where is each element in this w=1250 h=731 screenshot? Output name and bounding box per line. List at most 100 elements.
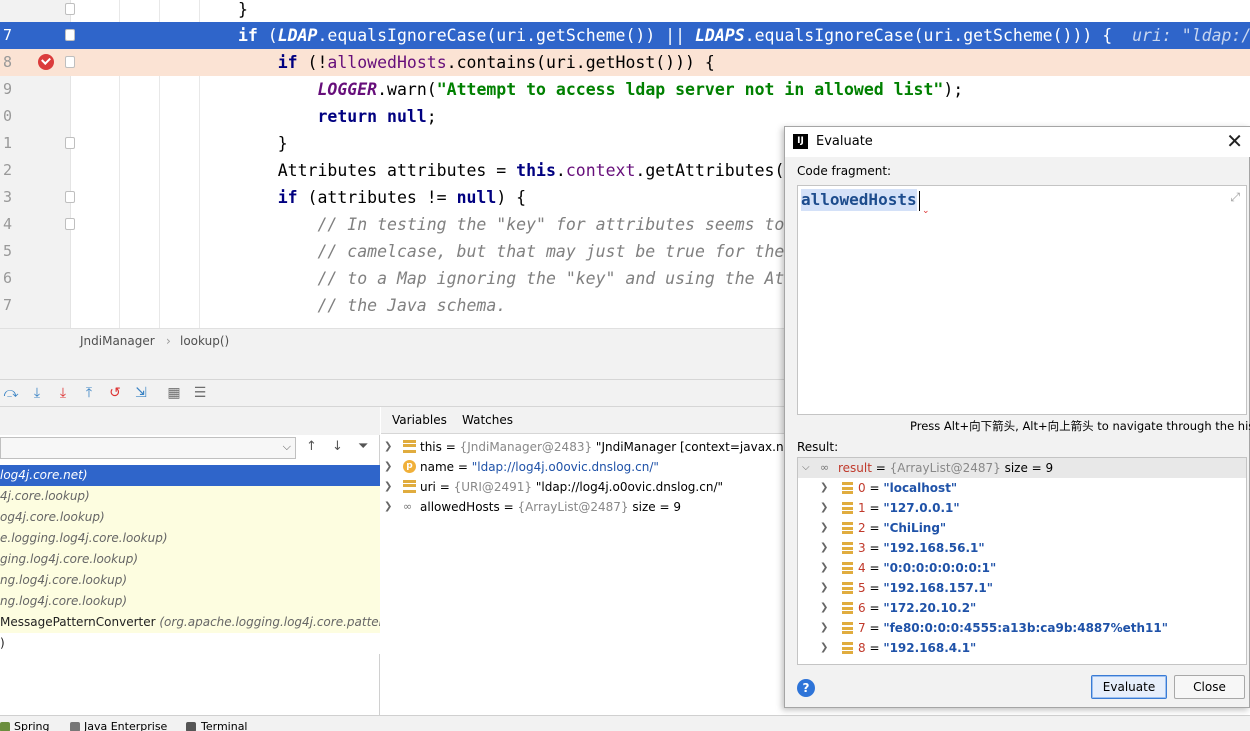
code-token: // camelcase, but that may just be true … [238, 242, 785, 261]
field-icon [403, 480, 416, 493]
error-squiggle: ⌄ [922, 206, 930, 216]
filter-icon[interactable]: ⏷ [358, 439, 368, 454]
result-root-row[interactable]: ⌵ ∞ result = {ArrayList@2487} size = 9 [798, 458, 1246, 478]
fold-marker-icon[interactable] [65, 3, 75, 15]
code-token: .warn( [377, 80, 437, 99]
result-item-text: 8 = "192.168.4.1" [858, 638, 976, 658]
code-token: // In testing the "key" for attributes s… [238, 215, 785, 234]
tool-terminal[interactable]: Terminal [201, 720, 248, 731]
tab-variables[interactable]: Variables [392, 413, 447, 427]
force-step-into-icon[interactable]: ⤓ [55, 385, 71, 401]
result-item-row[interactable]: ❯ 6 = "172.20.10.2" [798, 598, 1246, 618]
evaluate-button[interactable]: Evaluate [1091, 675, 1167, 699]
code-token: LDAPS [695, 26, 745, 45]
close-icon[interactable]: ✕ [1226, 130, 1243, 152]
list-item-icon [842, 582, 853, 594]
stack-frame-row[interactable]: log4j.core.net) [0, 465, 380, 486]
breadcrumb-class[interactable]: JndiManager [80, 334, 155, 348]
code-text: if (LDAP.equalsIgnoreCase(uri.getScheme(… [238, 22, 1250, 49]
variable-row[interactable]: ❯ p name = "ldap://log4j.o0ovic.dnslog.cn/… [381, 457, 786, 477]
code-line[interactable]: } [0, 0, 1250, 23]
chevron-right-icon[interactable]: ❯ [820, 618, 828, 638]
result-item-row[interactable]: ❯ 7 = "fe80:0:0:0:4555:a13b:ca9b:4887%eth… [798, 618, 1246, 638]
code-line[interactable]: 8 if (!allowedHosts.contains(uri.getHost… [0, 49, 1250, 76]
variable-row[interactable]: ❯ this = {JndiManager@2483} "JndiManager … [381, 437, 786, 457]
arrow-up-icon[interactable]: ↑ [306, 439, 317, 454]
expand-icon[interactable]: ⤢ [1230, 190, 1240, 205]
variable-row[interactable]: ❯ ∞ allowedHosts = {ArrayList@2487} size =… [381, 497, 786, 517]
stack-frame-row[interactable]: ng.log4j.core.lookup) [0, 591, 380, 612]
variable-row[interactable]: ❯ uri = {URI@2491} "ldap://log4j.o0ovic.d… [381, 477, 786, 497]
chevron-right-icon[interactable]: ❯ [820, 478, 828, 498]
chevron-right-icon[interactable]: ❯ [384, 457, 392, 477]
chevron-right-icon[interactable]: ❯ [820, 498, 828, 518]
result-item-row[interactable]: ❯ 1 = "127.0.0.1" [798, 498, 1246, 518]
close-button[interactable]: Close [1174, 675, 1245, 699]
stack-frame-row[interactable]: 4j.core.lookup) [0, 486, 380, 507]
chevron-right-icon[interactable]: ❯ [820, 518, 828, 538]
code-token: // to a Map ignoring the "key" and using… [238, 269, 785, 288]
result-item-row[interactable]: ❯ 3 = "192.168.56.1" [798, 538, 1246, 558]
code-fragment-input[interactable]: allowedHosts ⌄ ⤢ [797, 185, 1247, 415]
chevron-right-icon[interactable]: ❯ [820, 558, 828, 578]
stack-frame-row[interactable]: ) [0, 633, 380, 654]
item-value: "localhost" [883, 481, 958, 495]
item-index: 6 [858, 601, 866, 615]
fold-marker-icon[interactable] [65, 56, 75, 68]
stack-frame-row[interactable]: e.logging.log4j.core.lookup) [0, 528, 380, 549]
chevron-right-icon[interactable]: ❯ [384, 477, 392, 497]
result-root-text: result = {ArrayList@2487} size = 9 [838, 458, 1053, 478]
fold-marker-icon[interactable] [65, 29, 75, 41]
result-label: Result: [797, 440, 839, 454]
trace-icon[interactable]: ☰ [192, 385, 208, 401]
chevron-down-icon[interactable]: ⌵ [802, 458, 810, 478]
status-bar: Spring Java Enterprise Terminal [0, 715, 1250, 731]
result-item-row[interactable]: ❯ 4 = "0:0:0:0:0:0:0:1" [798, 558, 1246, 578]
chevron-right-icon[interactable]: ❯ [820, 638, 828, 658]
item-index: 2 [858, 521, 866, 535]
stack-frame-row[interactable]: og4j.core.lookup) [0, 507, 380, 528]
dialog-titlebar[interactable]: IJ Evaluate ✕ [785, 127, 1250, 157]
step-into-icon[interactable]: ⤓ [29, 385, 45, 401]
line-number: 4 [2, 215, 12, 233]
fold-marker-icon[interactable] [65, 218, 75, 230]
evaluate-expression-icon[interactable]: ▦ [166, 385, 182, 401]
chevron-right-icon[interactable]: ❯ [384, 497, 392, 517]
code-line[interactable]: 9 LOGGER.warn("Attempt to access ldap se… [0, 76, 1250, 103]
result-item-row[interactable]: ❯ 8 = "192.168.4.1" [798, 638, 1246, 658]
code-token: ); [943, 80, 964, 99]
tool-spring[interactable]: Spring [14, 720, 50, 731]
stack-frame-row[interactable]: MessagePatternConverter (org.apache.logg… [0, 612, 380, 633]
equals-sign: = [865, 521, 884, 535]
result-item-row[interactable]: ❯ 5 = "192.168.157.1" [798, 578, 1246, 598]
fold-marker-icon[interactable] [65, 191, 75, 203]
chevron-right-icon[interactable]: ❯ [820, 598, 828, 618]
tool-java-enterprise[interactable]: Java Enterprise [84, 720, 167, 731]
thread-selector[interactable]: ⌵ [0, 437, 296, 459]
result-item-row[interactable]: ❯ 2 = "ChiLing" [798, 518, 1246, 538]
help-icon[interactable]: ? [797, 679, 815, 697]
line-number: 2 [2, 161, 12, 179]
fold-marker-icon[interactable] [65, 137, 75, 149]
line-number: 8 [2, 53, 12, 71]
breakpoint-icon[interactable] [38, 54, 54, 70]
step-over-icon[interactable]: ⤼ [3, 385, 19, 401]
breadcrumb-method[interactable]: lookup() [180, 334, 229, 348]
arrow-down-icon[interactable]: ↓ [332, 439, 343, 454]
stack-frame-row[interactable]: ging.log4j.core.lookup) [0, 549, 380, 570]
run-to-cursor-icon[interactable]: ⇲ [133, 385, 149, 401]
step-out-icon[interactable]: ⤒ [81, 385, 97, 401]
chevron-right-icon[interactable]: ❯ [820, 538, 828, 558]
variables-panel: Variables Watches ❯ this = {JndiManager@2… [381, 407, 786, 715]
result-tree[interactable]: ⌵ ∞ result = {ArrayList@2487} size = 9 ❯ 0 =… [797, 457, 1247, 665]
stack-frame-row[interactable]: ng.log4j.core.lookup) [0, 570, 380, 591]
drop-frame-icon[interactable]: ↺ [107, 385, 123, 401]
result-item-row[interactable]: ❯ 0 = "localhost" [798, 478, 1246, 498]
tab-watches[interactable]: Watches [462, 413, 513, 427]
chevron-right-icon[interactable]: ❯ [820, 578, 828, 598]
chevron-right-icon[interactable]: ❯ [384, 437, 392, 457]
variable-value: "ldap://log4j.o0ovic.dnslog.cn/" [532, 480, 724, 494]
code-token: ) { [496, 188, 527, 207]
code-line[interactable]: 7 if (LDAP.equalsIgnoreCase(uri.getScheme… [0, 22, 1250, 49]
